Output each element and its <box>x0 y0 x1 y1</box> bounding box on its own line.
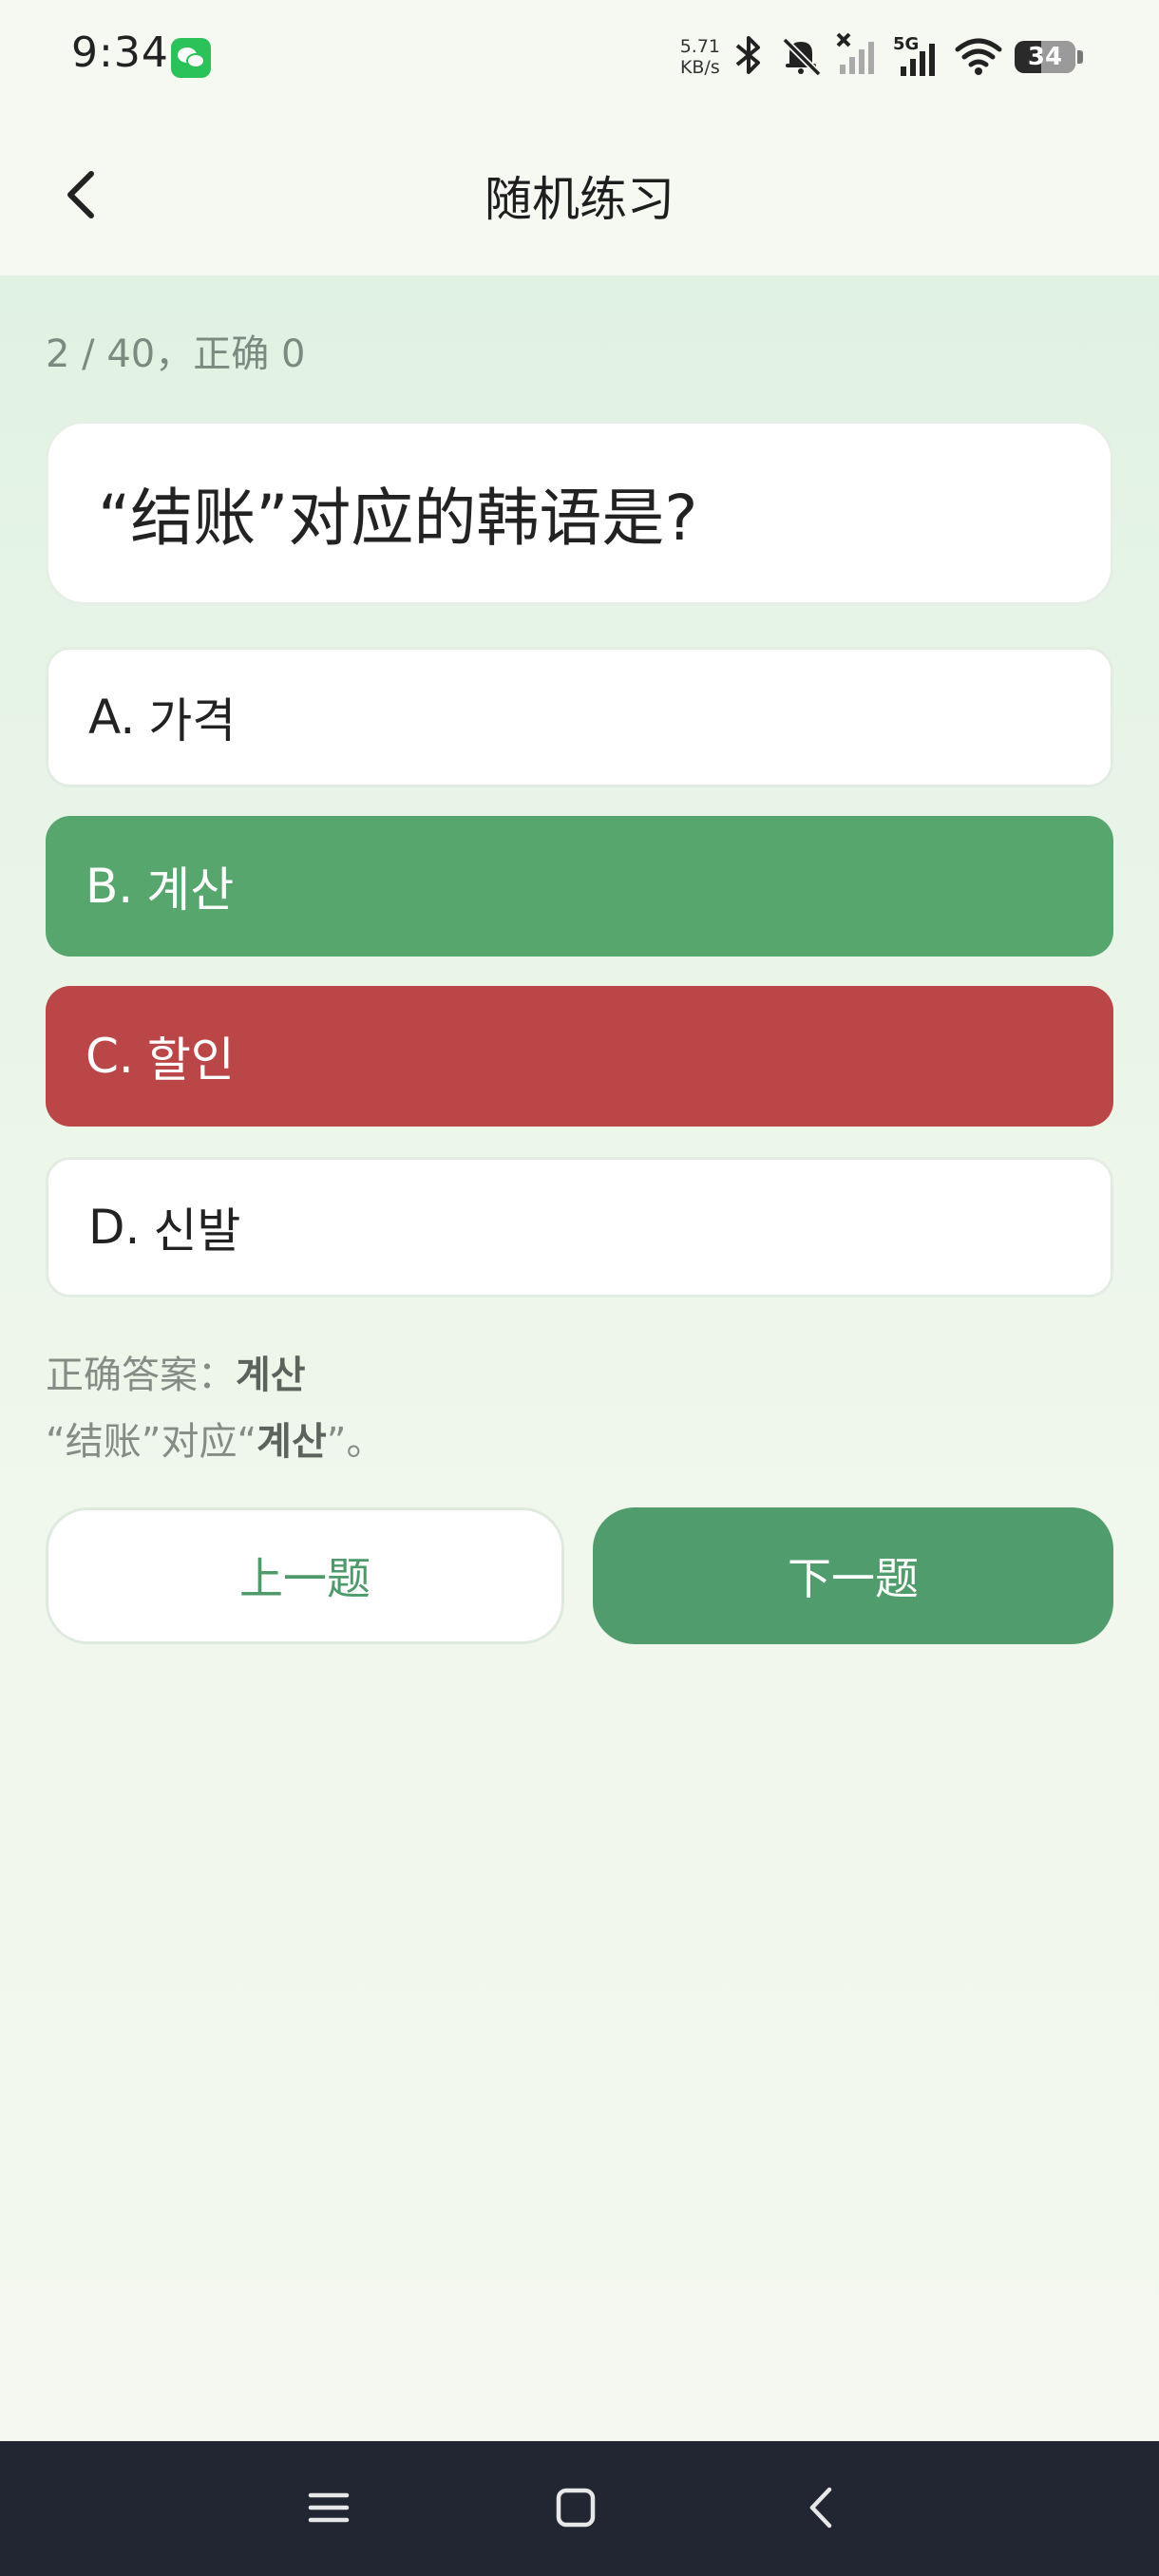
previous-question-label: 上一题 <box>239 1553 370 1604</box>
correct-answer-line: 正确答案：계산 <box>46 1344 306 1399</box>
progress-text: 2 / 40，正确 0 <box>46 332 306 376</box>
status-time: 9:34 <box>71 28 169 77</box>
option-c[interactable]: C. 할인 <box>46 986 1113 1127</box>
option-text: 신발 <box>153 1203 241 1259</box>
status-icons: 5.71 KB/s 5G 34 <box>680 27 1083 87</box>
battery-tip <box>1077 50 1083 64</box>
option-letter: A. <box>88 690 136 745</box>
explanation-suffix: ”。 <box>326 1420 385 1464</box>
question-text: “结账”对应的韩语是? <box>98 482 698 555</box>
network-speed: 5.71 KB/s <box>680 36 720 78</box>
option-letter: B. <box>86 859 134 914</box>
system-nav-bar <box>0 2441 1159 2576</box>
option-text: 계산 <box>146 862 235 918</box>
option-d[interactable]: D. 신발 <box>46 1157 1113 1297</box>
option-text: 할인 <box>146 1032 235 1088</box>
battery-level: 34 <box>1027 43 1063 71</box>
battery-icon: 34 <box>1015 41 1075 73</box>
app-header: 随机练习 <box>0 114 1159 275</box>
signal-5g-icon: 5G <box>893 34 942 80</box>
option-a[interactable]: A. 가격 <box>46 647 1113 787</box>
explanation-prefix: “结账”对应“ <box>46 1420 257 1464</box>
explanation-value: 계산 <box>256 1420 327 1464</box>
option-letter: D. <box>88 1200 141 1255</box>
mute-bell-icon <box>777 32 825 82</box>
option-letter: C. <box>86 1029 134 1084</box>
next-question-button[interactable]: 下一题 <box>593 1507 1113 1644</box>
status-bar: 9:34 5.71 KB/s 5G 34 <box>0 0 1159 114</box>
network-speed-value: 5.71 <box>679 36 720 57</box>
back-icon[interactable] <box>785 2470 861 2546</box>
previous-question-button[interactable]: 上一题 <box>46 1507 564 1644</box>
wechat-icon <box>171 38 211 78</box>
explanation-line: “结账”对应“계산”。 <box>46 1411 385 1466</box>
menu-icon[interactable] <box>291 2470 367 2546</box>
signal-off-icon <box>836 32 882 82</box>
bluetooth-icon <box>732 32 766 82</box>
home-icon[interactable] <box>538 2470 614 2546</box>
option-b[interactable]: B. 계산 <box>46 816 1113 957</box>
question-card: “结账”对应的韩语是? <box>46 421 1113 605</box>
next-question-label: 下一题 <box>788 1553 919 1604</box>
network-speed-unit: KB/s <box>679 57 720 78</box>
page-title: 随机练习 <box>484 172 674 227</box>
correct-answer-label: 正确答案： <box>46 1354 236 1397</box>
option-text: 가격 <box>148 693 237 748</box>
wifi-icon <box>954 32 1003 82</box>
correct-answer-value: 계산 <box>236 1354 306 1397</box>
